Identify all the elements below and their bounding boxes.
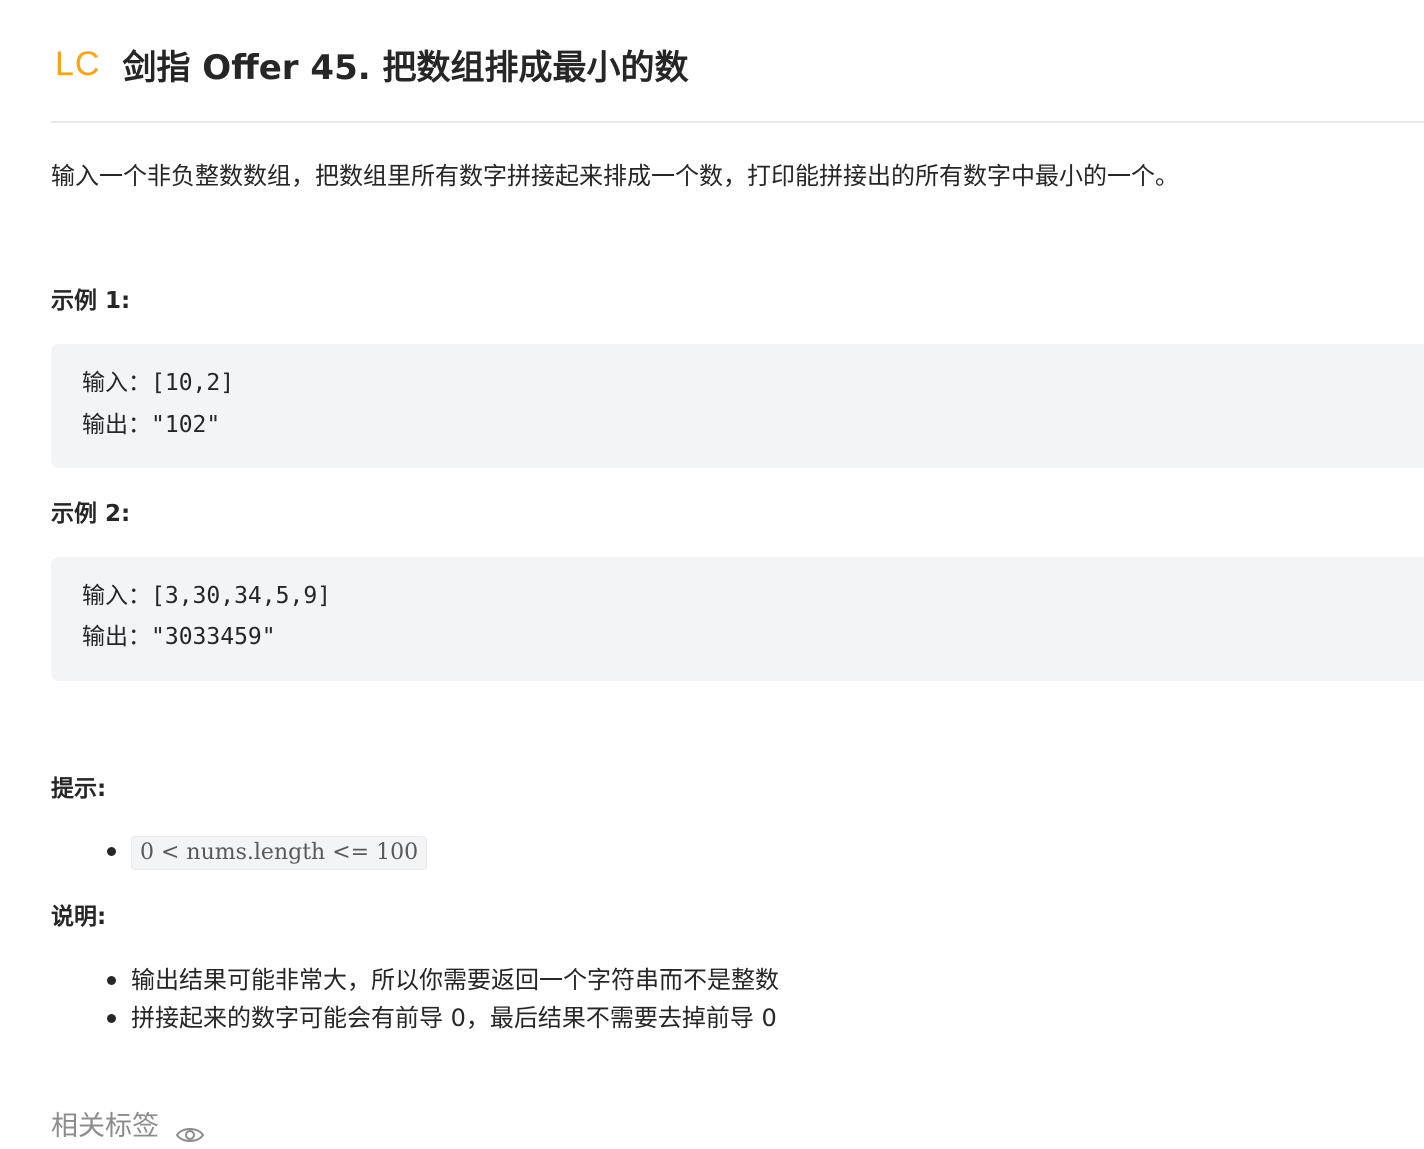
output-value: "102" xyxy=(151,412,221,438)
related-tags-label: 相关标签 xyxy=(51,1111,159,1142)
problem-title: 剑指 Offer 45. 把数组排成最小的数 xyxy=(122,47,689,88)
notes-label: 说明: xyxy=(51,904,107,930)
notes-list: 输出结果可能非常大，所以你需要返回一个字符串而不是整数 拼接起来的数字可能会有前… xyxy=(51,961,779,1037)
example-1-block: 输入：[10,2] 输出："102" xyxy=(51,344,1424,468)
input-value: [3,30,34,5,9] xyxy=(151,583,332,609)
example-2-label: 示例 2: xyxy=(51,501,131,527)
list-item: 输出结果可能非常大，所以你需要返回一个字符串而不是整数 xyxy=(51,961,779,999)
list-item: 拼接起来的数字可能会有前导 0，最后结果不需要去掉前导 0 xyxy=(51,999,779,1037)
eye-icon[interactable] xyxy=(175,1116,205,1142)
input-label: 输入： xyxy=(82,370,151,396)
example-2-block: 输入：[3,30,34,5,9] 输出："3033459" xyxy=(51,557,1424,681)
problem-header: LC 剑指 Offer 45. 把数组排成最小的数 xyxy=(51,38,688,90)
example-1-output: 输出："102" xyxy=(82,408,220,442)
hints-label: 提示: xyxy=(51,776,107,802)
problem-page: LC 剑指 Offer 45. 把数组排成最小的数 输入一个非负整数数组，把数组… xyxy=(0,0,1424,1149)
output-label: 输出： xyxy=(82,624,151,650)
leetcode-logo[interactable]: LC xyxy=(55,45,100,84)
problem-description: 输入一个非负整数数组，把数组里所有数字拼接起来排成一个数，打印能拼接出的所有数字… xyxy=(51,162,1179,190)
list-item: 0 < nums.length <= 100 xyxy=(51,832,428,870)
output-label: 输出： xyxy=(82,412,151,438)
input-value: [10,2] xyxy=(151,370,235,396)
input-label: 输入： xyxy=(82,583,151,609)
example-2-input: 输入：[3,30,34,5,9] xyxy=(82,579,331,613)
constraint-code: 0 < nums.length <= 100 xyxy=(131,836,428,870)
output-value: "3033459" xyxy=(151,624,276,650)
example-1-label: 示例 1: xyxy=(51,288,131,314)
related-tags-toggle[interactable]: 相关标签 xyxy=(51,1105,205,1149)
header-divider xyxy=(51,121,1424,123)
example-1-input: 输入：[10,2] xyxy=(82,366,234,400)
hints-list: 0 < nums.length <= 100 xyxy=(51,832,428,870)
example-2-output: 输出："3033459" xyxy=(82,620,276,654)
